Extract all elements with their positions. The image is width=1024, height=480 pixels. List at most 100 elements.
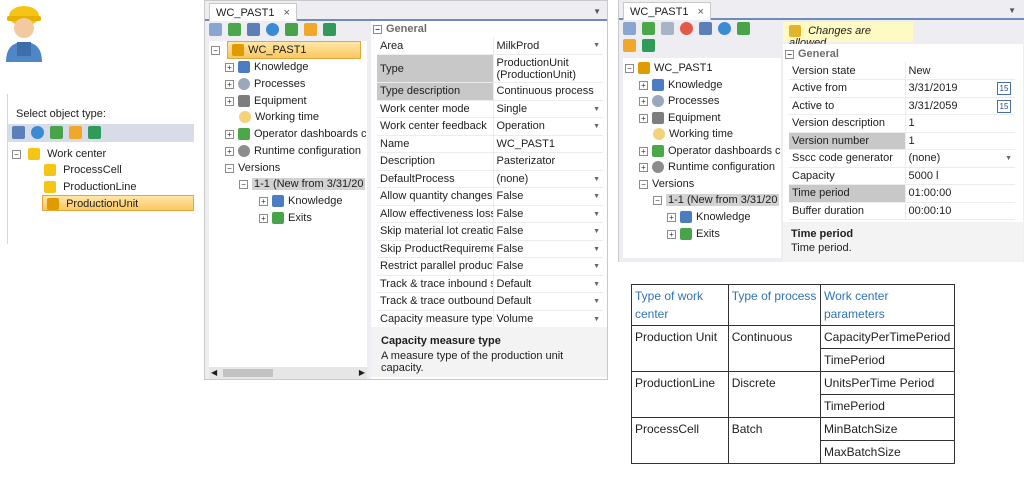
property-value[interactable]: (none) ▼	[493, 170, 603, 188]
expand-icon[interactable]: +	[639, 96, 648, 106]
tree-item-version[interactable]: −1-1 (New from 3/31/20	[239, 176, 366, 192]
tree-icon[interactable]	[699, 22, 713, 35]
expand-icon[interactable]: +	[225, 129, 234, 139]
property-row[interactable]: Skip material lot creation False ▼	[377, 222, 603, 241]
property-row[interactable]: Time period 01:00:00	[789, 184, 1015, 203]
property-row[interactable]: Sscc code generator (none) ▼	[789, 149, 1015, 168]
property-value[interactable]: False ▼	[493, 240, 603, 258]
property-row[interactable]: Active from 3/31/2019 15	[789, 79, 1015, 98]
expand-icon[interactable]: +	[225, 96, 234, 106]
property-row[interactable]: Version number 1	[789, 132, 1015, 150]
property-row[interactable]: Type description Continuous process	[377, 82, 603, 101]
property-value[interactable]: WC_PAST1	[493, 135, 603, 153]
dropdown-icon[interactable]: ▼	[593, 298, 600, 305]
tree-item-version[interactable]: −1-1 (New from 3/31/20	[653, 192, 780, 208]
expand-icon[interactable]: +	[639, 162, 648, 172]
tab-menu-icon[interactable]: ▼	[1008, 6, 1016, 15]
property-value[interactable]: 5000 l	[905, 167, 1015, 185]
editor-1-tab[interactable]: WC_PAST1 ×	[209, 3, 297, 21]
tree-item-knowledge[interactable]: + Knowledge	[225, 59, 308, 75]
expand-icon[interactable]: +	[639, 113, 648, 123]
section-general[interactable]: − General	[785, 48, 839, 60]
close-icon[interactable]: ×	[284, 7, 290, 19]
property-row[interactable]: Capacity measure type Volume ▼	[377, 310, 603, 328]
export-icon[interactable]	[323, 23, 337, 36]
property-value[interactable]: False ▼	[493, 205, 603, 223]
collapse-icon[interactable]: −	[653, 195, 662, 205]
collapse-icon[interactable]: −	[785, 49, 794, 59]
refresh-icon[interactable]	[266, 23, 280, 36]
collapse-icon[interactable]: −	[211, 45, 220, 55]
dropdown-icon[interactable]: ▼	[593, 316, 600, 323]
collapse-icon[interactable]: −	[373, 24, 382, 34]
property-row[interactable]: Buffer duration 00:00:10	[789, 202, 1015, 220]
tree-icon[interactable]	[247, 23, 261, 36]
property-value[interactable]: MilkProd ▼	[493, 37, 603, 55]
expand-icon[interactable]: +	[259, 196, 268, 206]
scroll-thumb[interactable]	[223, 369, 273, 377]
dropdown-icon[interactable]: ▼	[593, 106, 600, 113]
tree-item-operator-dashboards[interactable]: + Operator dashboards cc	[639, 143, 781, 159]
refresh-icon[interactable]	[31, 126, 45, 139]
expand-icon[interactable]: +	[225, 79, 234, 89]
property-row[interactable]: Area MilkProd ▼	[377, 37, 603, 55]
dropdown-icon[interactable]: ▼	[1005, 155, 1012, 162]
tree-item-runtime-configuration[interactable]: + Runtime configuration	[225, 143, 361, 159]
tree-root[interactable]: − WC_PAST1	[625, 60, 712, 76]
property-value[interactable]: 1	[905, 132, 1015, 150]
tree-item-operator-dashboards[interactable]: + Operator dashboards cc	[225, 126, 367, 142]
dropdown-icon[interactable]: ▼	[593, 193, 600, 200]
expand-icon[interactable]: +	[225, 62, 234, 72]
expand-icon[interactable]: +	[639, 146, 648, 156]
tree-item-version-knowledge[interactable]: + Knowledge	[259, 193, 342, 209]
tree-node-production-line[interactable]: ProductionLine	[44, 179, 136, 195]
property-value[interactable]: Default ▼	[493, 275, 603, 293]
property-row[interactable]: Skip ProductRequirement False ▼	[377, 240, 603, 258]
editor-1-hscrollbar[interactable]: ◀ ▶	[209, 367, 367, 379]
export-icon[interactable]	[88, 126, 102, 139]
close-icon[interactable]: ×	[698, 6, 704, 18]
expand-icon[interactable]: +	[259, 213, 268, 223]
calendar-icon[interactable]: 15	[997, 82, 1011, 95]
property-value[interactable]: Default ▼	[493, 292, 603, 311]
scroll-left-icon[interactable]: ◀	[211, 368, 217, 377]
property-row[interactable]: Capacity 5000 l	[789, 167, 1015, 185]
dropdown-icon[interactable]: ▼	[593, 263, 600, 270]
tree-item-versions[interactable]: − Versions	[225, 160, 280, 176]
property-row[interactable]: Version description 1	[789, 114, 1015, 133]
tree-item-version-exits[interactable]: + Exits	[259, 210, 312, 226]
tree-item-version-knowledge[interactable]: + Knowledge	[667, 209, 750, 225]
property-row[interactable]: Description Pasterizator	[377, 152, 603, 171]
property-value[interactable]: Pasterizator	[493, 152, 603, 171]
property-row[interactable]: Name WC_PAST1	[377, 135, 603, 153]
collapse-icon[interactable]: −	[239, 179, 248, 189]
property-value[interactable]: 3/31/2019 15	[905, 79, 1015, 98]
property-value[interactable]: Volume ▼	[493, 310, 603, 328]
property-value[interactable]: Continuous process	[493, 82, 603, 101]
property-value[interactable]: ProductionUnit (ProductionUnit)	[493, 54, 603, 83]
collapse-icon[interactable]: −	[625, 63, 634, 73]
tree-item-processes[interactable]: + Processes	[639, 93, 719, 109]
tree-item-working-time[interactable]: Working time	[239, 109, 319, 125]
dropdown-icon[interactable]: ▼	[593, 42, 600, 49]
property-value[interactable]: 00:00:10	[905, 202, 1015, 220]
expand-icon[interactable]: +	[667, 229, 676, 239]
calendar-icon[interactable]: 15	[997, 99, 1011, 113]
dropdown-icon[interactable]: ▼	[593, 281, 600, 288]
folder-icon[interactable]	[304, 23, 318, 36]
tree-item-working-time[interactable]: Working time	[653, 126, 733, 142]
collapse-icon[interactable]: −	[12, 149, 21, 159]
property-row[interactable]: Work center mode Single ▼	[377, 100, 603, 118]
property-value[interactable]: False ▼	[493, 187, 603, 206]
expand-icon[interactable]: +	[639, 80, 648, 90]
tree-item-processes[interactable]: + Processes	[225, 76, 305, 92]
check-icon[interactable]	[228, 23, 242, 36]
tree-node-production-unit[interactable]: ProductionUnit	[42, 195, 194, 211]
dropdown-icon[interactable]: ▼	[593, 246, 600, 253]
dropdown-icon[interactable]: ▼	[593, 123, 600, 130]
tree-item-knowledge[interactable]: + Knowledge	[639, 77, 722, 93]
property-value[interactable]: False ▼	[493, 222, 603, 241]
tree-item-runtime-configuration[interactable]: + Runtime configuration	[639, 159, 775, 175]
property-row[interactable]: Type ProductionUnit (ProductionUnit)	[377, 54, 603, 83]
tree-root[interactable]: − WC_PAST1	[211, 41, 362, 59]
